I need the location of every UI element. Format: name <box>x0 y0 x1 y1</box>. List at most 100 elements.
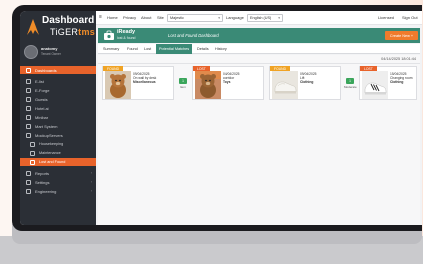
sidebar-item-settings[interactable]: Settings › <box>20 178 96 186</box>
avatar <box>24 45 38 59</box>
nav-site-label: Site <box>157 15 164 20</box>
language-label: Language <box>226 15 244 20</box>
brand-tms: tms <box>78 27 96 37</box>
create-new-button[interactable]: Create New + <box>385 31 418 40</box>
tab-lost[interactable]: Lost <box>141 44 154 54</box>
sidebar-item-label: Housekeeping <box>39 142 64 146</box>
language-select-value: English (US) <box>250 16 272 20</box>
match-label: Item <box>180 85 186 89</box>
sidebar-item-label: Minibar <box>35 114 49 120</box>
sidebar-item-dashboards[interactable]: Dashboards › <box>20 66 96 74</box>
nav-home-link[interactable]: Home <box>107 15 118 20</box>
sidebar-item-maintenance[interactable]: Maintenance <box>20 149 96 157</box>
sidebar-item-label: Settings <box>35 179 50 185</box>
sidebar-item-e-forge[interactable]: E-Forge <box>20 86 96 94</box>
app-name: Dashboard <box>42 15 95 26</box>
sidebar-item-label: E-Forge <box>35 87 50 93</box>
site-select-value: Majestic <box>170 16 184 20</box>
laptop-frame: Dashboard TiGERtms anatomy Tenant Owner … <box>12 5 422 231</box>
brand-tiger: TiGER <box>50 27 79 37</box>
guests-icon <box>26 96 31 102</box>
reports-icon <box>26 170 31 176</box>
sidebar-item-label: MockupServers <box>35 132 63 138</box>
item-category: Clothing <box>390 80 404 85</box>
sidebar-item-lost-and-found[interactable]: Lost and Found <box>20 158 96 166</box>
engineering-icon <box>26 188 31 194</box>
app-brand: TiGERtms <box>50 27 95 37</box>
sidebar-item-minibar[interactable]: Minibar <box>20 113 96 121</box>
brand-subtitle: lost & found <box>117 36 136 40</box>
server-icon <box>26 132 31 138</box>
sidebar-item-label: Engineering <box>35 188 57 194</box>
sidebar-item-housekeeping[interactable]: Housekeeping <box>20 140 96 148</box>
maintenance-icon <box>30 150 35 156</box>
match-badge[interactable]: 1 <box>346 78 354 84</box>
lost-item-card[interactable]: LOST 15/04/2025 Changing room Clothing <box>359 66 417 100</box>
lost-found-logo-icon <box>104 30 114 40</box>
user-name: anatomy <box>41 46 58 51</box>
settings-icon <box>26 179 31 185</box>
item-details: 04/04/2025 corridor Toys <box>223 72 263 85</box>
lost-item-card[interactable]: LOST 04/04/2025 corridor Toys <box>192 66 264 100</box>
sidebar-item-label: Guests <box>35 96 48 102</box>
found-item-card[interactable]: FOUND 09/04/2025 Lift Clothing <box>269 66 341 100</box>
sidebar-item-label: Lost and Found <box>39 160 66 164</box>
sidebar-item-label: E-list <box>35 78 44 84</box>
page-header: iReady lost & found Lost and Found Dashb… <box>98 28 420 43</box>
found-item-card[interactable]: FOUND 09/04/2025 On wall by desk Miscell… <box>102 66 174 100</box>
chevron-down-icon: ▾ <box>218 16 220 20</box>
user-profile[interactable]: anatomy Tenant Owner <box>24 45 92 59</box>
nav-about-link[interactable]: About <box>141 15 151 20</box>
sidebar-item-mockup-servers[interactable]: MockupServers <box>20 131 96 139</box>
sidebar-item-e-list[interactable]: E-list <box>20 77 96 85</box>
nav-privacy-link[interactable]: Privacy <box>123 15 136 20</box>
list-icon <box>26 78 31 84</box>
page-title: Lost and Found Dashboard <box>168 33 219 38</box>
tab-bar: Summary Found Lost Potential Matches Det… <box>98 44 420 54</box>
tab-potential-matches[interactable]: Potential Matches <box>156 44 193 54</box>
sidebar-item-label: Maintenance <box>39 151 61 155</box>
sidebar-item-engineering[interactable]: Engineering › <box>20 187 96 195</box>
top-bar: ≡ Home Privacy About Site Majestic ▾ Lang… <box>96 11 422 25</box>
housekeeping-icon <box>30 141 35 147</box>
match-badge[interactable]: 1 <box>179 78 187 84</box>
sidebar-item-guests[interactable]: Guests <box>20 95 96 103</box>
lost-found-icon <box>30 159 35 165</box>
licensed-link[interactable]: Licensed <box>378 15 394 20</box>
sign-out-link[interactable]: Sign Out <box>402 15 418 20</box>
sidebar-item-mart[interactable]: Mart System <box>20 122 96 130</box>
minibar-icon <box>26 114 31 120</box>
tab-found[interactable]: Found <box>124 44 141 54</box>
site-select[interactable]: Majestic ▾ <box>167 14 223 22</box>
tab-history[interactable]: History <box>212 44 230 54</box>
item-category: Toys <box>223 80 231 85</box>
sidebar-item-label: Hotel.ai <box>35 105 49 111</box>
item-details: 09/04/2025 Lift Clothing <box>300 72 340 85</box>
sidebar-item-hotel[interactable]: Hotel.ai <box>20 104 96 112</box>
chevron-icon: › <box>90 189 92 193</box>
divider <box>98 63 420 64</box>
sidebar-item-label: Dashboards <box>35 67 57 73</box>
chevron-icon: › <box>90 171 92 175</box>
item-category: Miscellaneous <box>133 80 156 85</box>
sidebar: Dashboard TiGERtms anatomy Tenant Owner … <box>20 11 96 225</box>
item-details: 09/04/2025 On wall by desk Miscellaneous <box>133 72 173 85</box>
tab-summary[interactable]: Summary <box>100 44 122 54</box>
menu-icon[interactable]: ≡ <box>99 14 102 20</box>
chevron-icon: › <box>90 68 92 72</box>
hotel-icon <box>26 105 31 111</box>
language-select[interactable]: English (US) ▾ <box>247 14 283 22</box>
app-logo[interactable]: Dashboard TiGERtms <box>24 14 96 42</box>
sidebar-item-label: Reports <box>35 170 50 176</box>
sidebar-item-reports[interactable]: Reports › <box>20 169 96 177</box>
item-category: Clothing <box>300 80 314 85</box>
sneakers-image <box>362 71 388 99</box>
user-role: Tenant Owner <box>41 52 61 56</box>
item-details: 15/04/2025 Changing room Clothing <box>390 72 418 85</box>
matches-panel: 04/14/2025 18:01:44 FOUND 09/04/2025 On … <box>98 55 420 225</box>
dashboard-icon <box>26 67 31 73</box>
tab-details[interactable]: Details <box>194 44 212 54</box>
tiger-logo-icon <box>27 19 39 35</box>
brand-title: iReady <box>117 29 136 35</box>
forge-icon <box>26 87 31 93</box>
